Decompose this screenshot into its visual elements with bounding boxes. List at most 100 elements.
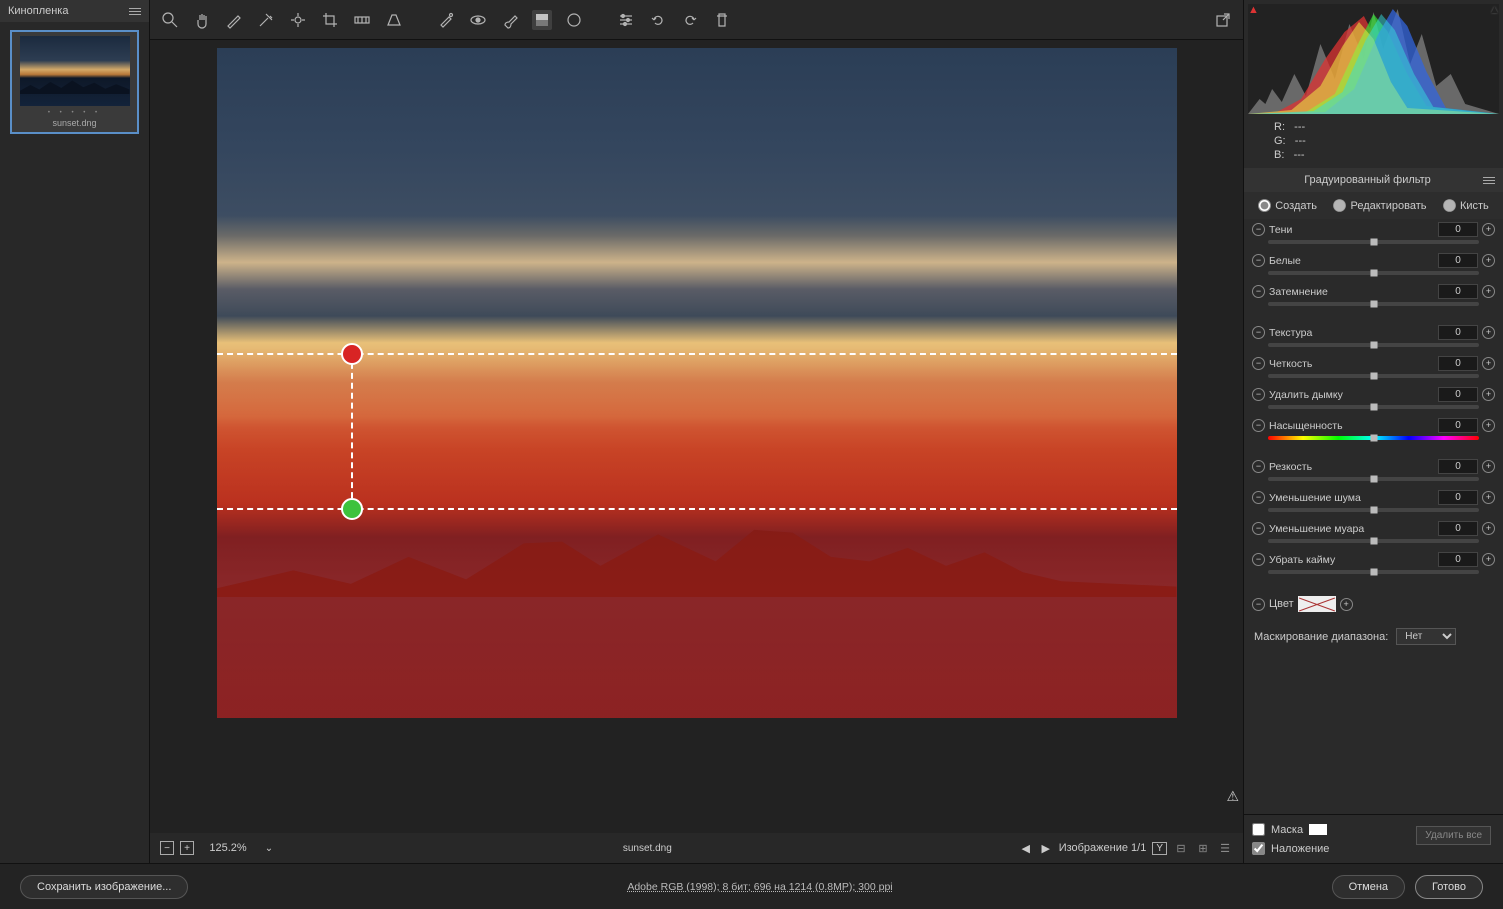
gradient-handle-start[interactable] bbox=[341, 343, 363, 365]
minus-icon[interactable]: − bbox=[1252, 388, 1265, 401]
highlight-clip-icon[interactable]: ▲ bbox=[1489, 4, 1499, 14]
adjustment-brush-icon[interactable] bbox=[500, 10, 520, 30]
blacks-value[interactable]: 0 bbox=[1438, 284, 1478, 299]
texture-slider[interactable] bbox=[1268, 343, 1479, 347]
range-mask-select[interactable]: Нет bbox=[1396, 628, 1456, 645]
app-root: Кинопленка • • • • • sunset.dng bbox=[0, 0, 1503, 909]
rotate-ccw-icon[interactable] bbox=[648, 10, 668, 30]
shadows-value[interactable]: 0 bbox=[1438, 222, 1478, 237]
plus-icon[interactable]: + bbox=[1482, 285, 1495, 298]
whites-value[interactable]: 0 bbox=[1438, 253, 1478, 268]
delete-all-button[interactable]: Удалить все bbox=[1416, 826, 1491, 845]
shadow-clip-icon[interactable]: ▲ bbox=[1248, 4, 1258, 14]
minus-icon[interactable]: − bbox=[1252, 357, 1265, 370]
filmstrip-menu-icon[interactable] bbox=[129, 8, 141, 15]
mode-edit[interactable]: Редактировать bbox=[1333, 199, 1426, 212]
plus-icon[interactable]: + bbox=[1482, 388, 1495, 401]
noise-value[interactable]: 0 bbox=[1438, 490, 1478, 505]
targeted-adjust-icon[interactable] bbox=[288, 10, 308, 30]
zoom-in-icon[interactable]: + bbox=[180, 841, 194, 855]
white-balance-picker-icon[interactable] bbox=[224, 10, 244, 30]
shadows-slider[interactable] bbox=[1268, 240, 1479, 244]
minus-icon[interactable]: − bbox=[1252, 326, 1265, 339]
preferences-icon[interactable] bbox=[616, 10, 636, 30]
straighten-tool-icon[interactable] bbox=[352, 10, 372, 30]
plus-icon[interactable]: + bbox=[1482, 357, 1495, 370]
view-option-1-icon[interactable]: ⊟ bbox=[1173, 840, 1189, 856]
blacks-slider[interactable] bbox=[1268, 302, 1479, 306]
fringe-value[interactable]: 0 bbox=[1438, 552, 1478, 567]
histogram[interactable]: ▲ ▲ bbox=[1248, 4, 1499, 114]
plus-icon[interactable]: + bbox=[1340, 598, 1353, 611]
clarity-label: Четкость bbox=[1269, 358, 1434, 370]
hand-tool-icon[interactable] bbox=[192, 10, 212, 30]
moire-slider[interactable] bbox=[1268, 539, 1479, 543]
clarity-slider[interactable] bbox=[1268, 374, 1479, 378]
spot-removal-icon[interactable] bbox=[436, 10, 456, 30]
plus-icon[interactable]: + bbox=[1482, 522, 1495, 535]
minus-icon[interactable]: − bbox=[1252, 254, 1265, 267]
redeye-tool-icon[interactable] bbox=[468, 10, 488, 30]
clipping-warning-icon[interactable]: ⚠ bbox=[1226, 788, 1239, 805]
sliders-area: −Тени0+ −Белые0+ −Затемнение0+ −Текстура… bbox=[1244, 219, 1503, 814]
color-swatch[interactable] bbox=[1298, 596, 1336, 612]
mode-create[interactable]: Создать bbox=[1258, 199, 1317, 212]
before-after-toggle[interactable]: Y bbox=[1152, 842, 1167, 855]
cancel-button[interactable]: Отмена bbox=[1332, 875, 1405, 899]
zoom-out-icon[interactable]: − bbox=[160, 841, 174, 855]
plus-icon[interactable]: + bbox=[1482, 223, 1495, 236]
minus-icon[interactable]: − bbox=[1252, 460, 1265, 473]
panel-menu-icon[interactable] bbox=[1483, 177, 1495, 184]
plus-icon[interactable]: + bbox=[1482, 419, 1495, 432]
clarity-value[interactable]: 0 bbox=[1438, 356, 1478, 371]
next-image-icon[interactable]: ▶ bbox=[1039, 841, 1053, 855]
view-option-2-icon[interactable]: ⊞ bbox=[1195, 840, 1211, 856]
saturation-slider[interactable] bbox=[1268, 436, 1479, 440]
plus-icon[interactable]: + bbox=[1482, 326, 1495, 339]
sharpness-value[interactable]: 0 bbox=[1438, 459, 1478, 474]
trash-icon[interactable] bbox=[712, 10, 732, 30]
plus-icon[interactable]: + bbox=[1482, 491, 1495, 504]
transform-tool-icon[interactable] bbox=[384, 10, 404, 30]
prev-image-icon[interactable]: ◀ bbox=[1019, 841, 1033, 855]
zoom-tool-icon[interactable] bbox=[160, 10, 180, 30]
gradient-handle-end[interactable] bbox=[341, 498, 363, 520]
open-external-icon[interactable] bbox=[1213, 10, 1233, 30]
saturation-value[interactable]: 0 bbox=[1438, 418, 1478, 433]
gradient-mask-overlay bbox=[217, 348, 1177, 718]
minus-icon[interactable]: − bbox=[1252, 223, 1265, 236]
filmstrip-panel: Кинопленка • • • • • sunset.dng bbox=[0, 0, 150, 863]
view-settings-icon[interactable]: ☰ bbox=[1217, 840, 1233, 856]
plus-icon[interactable]: + bbox=[1482, 254, 1495, 267]
footer-info[interactable]: Adobe RGB (1998); 8 бит; 696 на 1214 (0.… bbox=[188, 881, 1331, 893]
radial-filter-icon[interactable] bbox=[564, 10, 584, 30]
color-sampler-icon[interactable] bbox=[256, 10, 276, 30]
minus-icon[interactable]: − bbox=[1252, 419, 1265, 432]
canvas-area[interactable]: ⚠ bbox=[150, 40, 1243, 833]
graduated-filter-icon[interactable] bbox=[532, 10, 552, 30]
texture-value[interactable]: 0 bbox=[1438, 325, 1478, 340]
plus-icon[interactable]: + bbox=[1482, 553, 1495, 566]
zoom-dropdown-icon[interactable]: ⌄ bbox=[262, 841, 276, 855]
noise-slider[interactable] bbox=[1268, 508, 1479, 512]
mask-color-swatch[interactable] bbox=[1309, 824, 1327, 835]
minus-icon[interactable]: − bbox=[1252, 285, 1265, 298]
plus-icon[interactable]: + bbox=[1482, 460, 1495, 473]
done-button[interactable]: Готово bbox=[1415, 875, 1483, 899]
thumbnail-selected[interactable]: • • • • • sunset.dng bbox=[10, 30, 139, 134]
save-image-button[interactable]: Сохранить изображение... bbox=[20, 875, 188, 899]
fringe-slider[interactable] bbox=[1268, 570, 1479, 574]
whites-slider[interactable] bbox=[1268, 271, 1479, 275]
rotate-cw-icon[interactable] bbox=[680, 10, 700, 30]
minus-icon[interactable]: − bbox=[1252, 598, 1265, 611]
mode-brush[interactable]: Кисть bbox=[1443, 199, 1489, 212]
shadows-label: Тени bbox=[1269, 224, 1434, 236]
minus-icon[interactable]: − bbox=[1252, 522, 1265, 535]
sharpness-slider[interactable] bbox=[1268, 477, 1479, 481]
moire-value[interactable]: 0 bbox=[1438, 521, 1478, 536]
dehaze-value[interactable]: 0 bbox=[1438, 387, 1478, 402]
minus-icon[interactable]: − bbox=[1252, 491, 1265, 504]
crop-tool-icon[interactable] bbox=[320, 10, 340, 30]
minus-icon[interactable]: − bbox=[1252, 553, 1265, 566]
dehaze-slider[interactable] bbox=[1268, 405, 1479, 409]
